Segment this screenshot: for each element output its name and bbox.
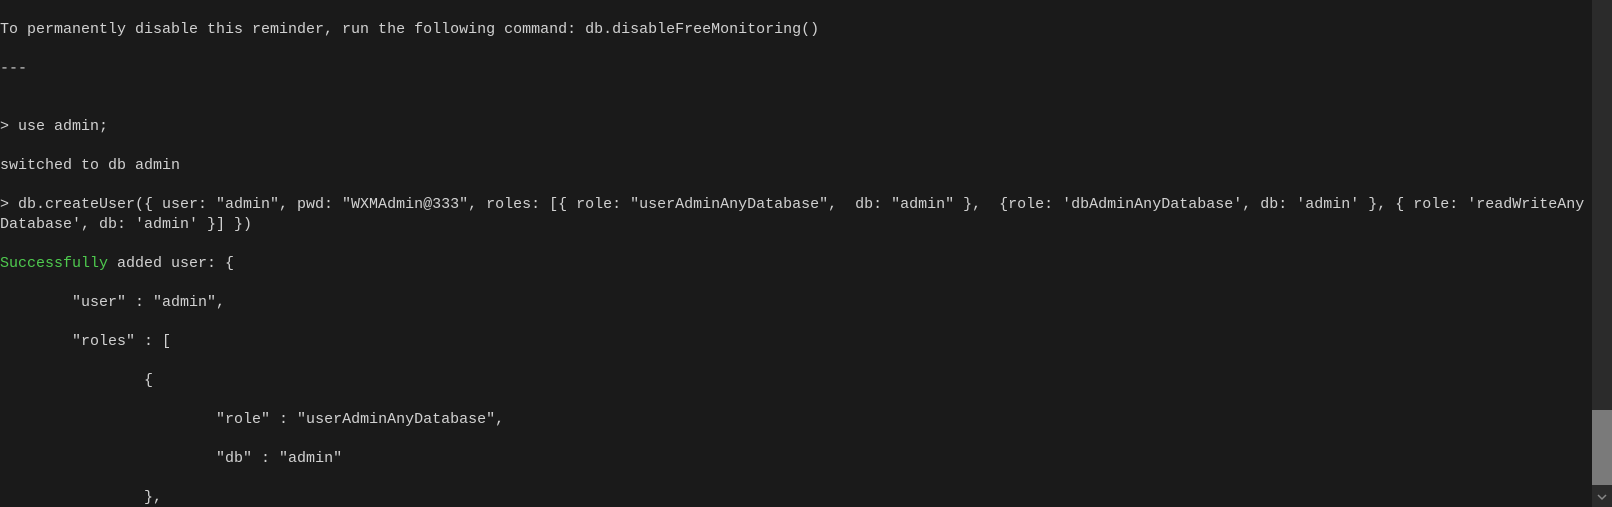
user-field-line: "user" : "admin", xyxy=(0,293,1592,313)
switched-db-line: switched to db admin xyxy=(0,156,1592,176)
scrollbar-track[interactable] xyxy=(1592,0,1612,507)
success-word: Successfully xyxy=(0,255,108,272)
create-user-command: > db.createUser({ user: "admin", pwd: "W… xyxy=(0,195,1592,234)
success-line: Successfully added user: { xyxy=(0,254,1592,274)
scrollbar-thumb[interactable] xyxy=(1592,410,1612,485)
db-1: "db" : "admin" xyxy=(0,449,1592,469)
brace-close-1: }, xyxy=(0,488,1592,507)
scrollbar-down-arrow[interactable] xyxy=(1592,487,1612,507)
success-rest: added user: { xyxy=(108,255,234,272)
chevron-down-icon xyxy=(1597,492,1607,502)
use-admin-command: > use admin; xyxy=(0,117,1592,137)
brace-open-1: { xyxy=(0,371,1592,391)
dash-line: --- xyxy=(0,59,1592,79)
roles-open-line: "roles" : [ xyxy=(0,332,1592,352)
terminal-output[interactable]: To permanently disable this reminder, ru… xyxy=(0,0,1592,507)
role-1: "role" : "userAdminAnyDatabase", xyxy=(0,410,1592,430)
reminder-line: To permanently disable this reminder, ru… xyxy=(0,20,1592,40)
